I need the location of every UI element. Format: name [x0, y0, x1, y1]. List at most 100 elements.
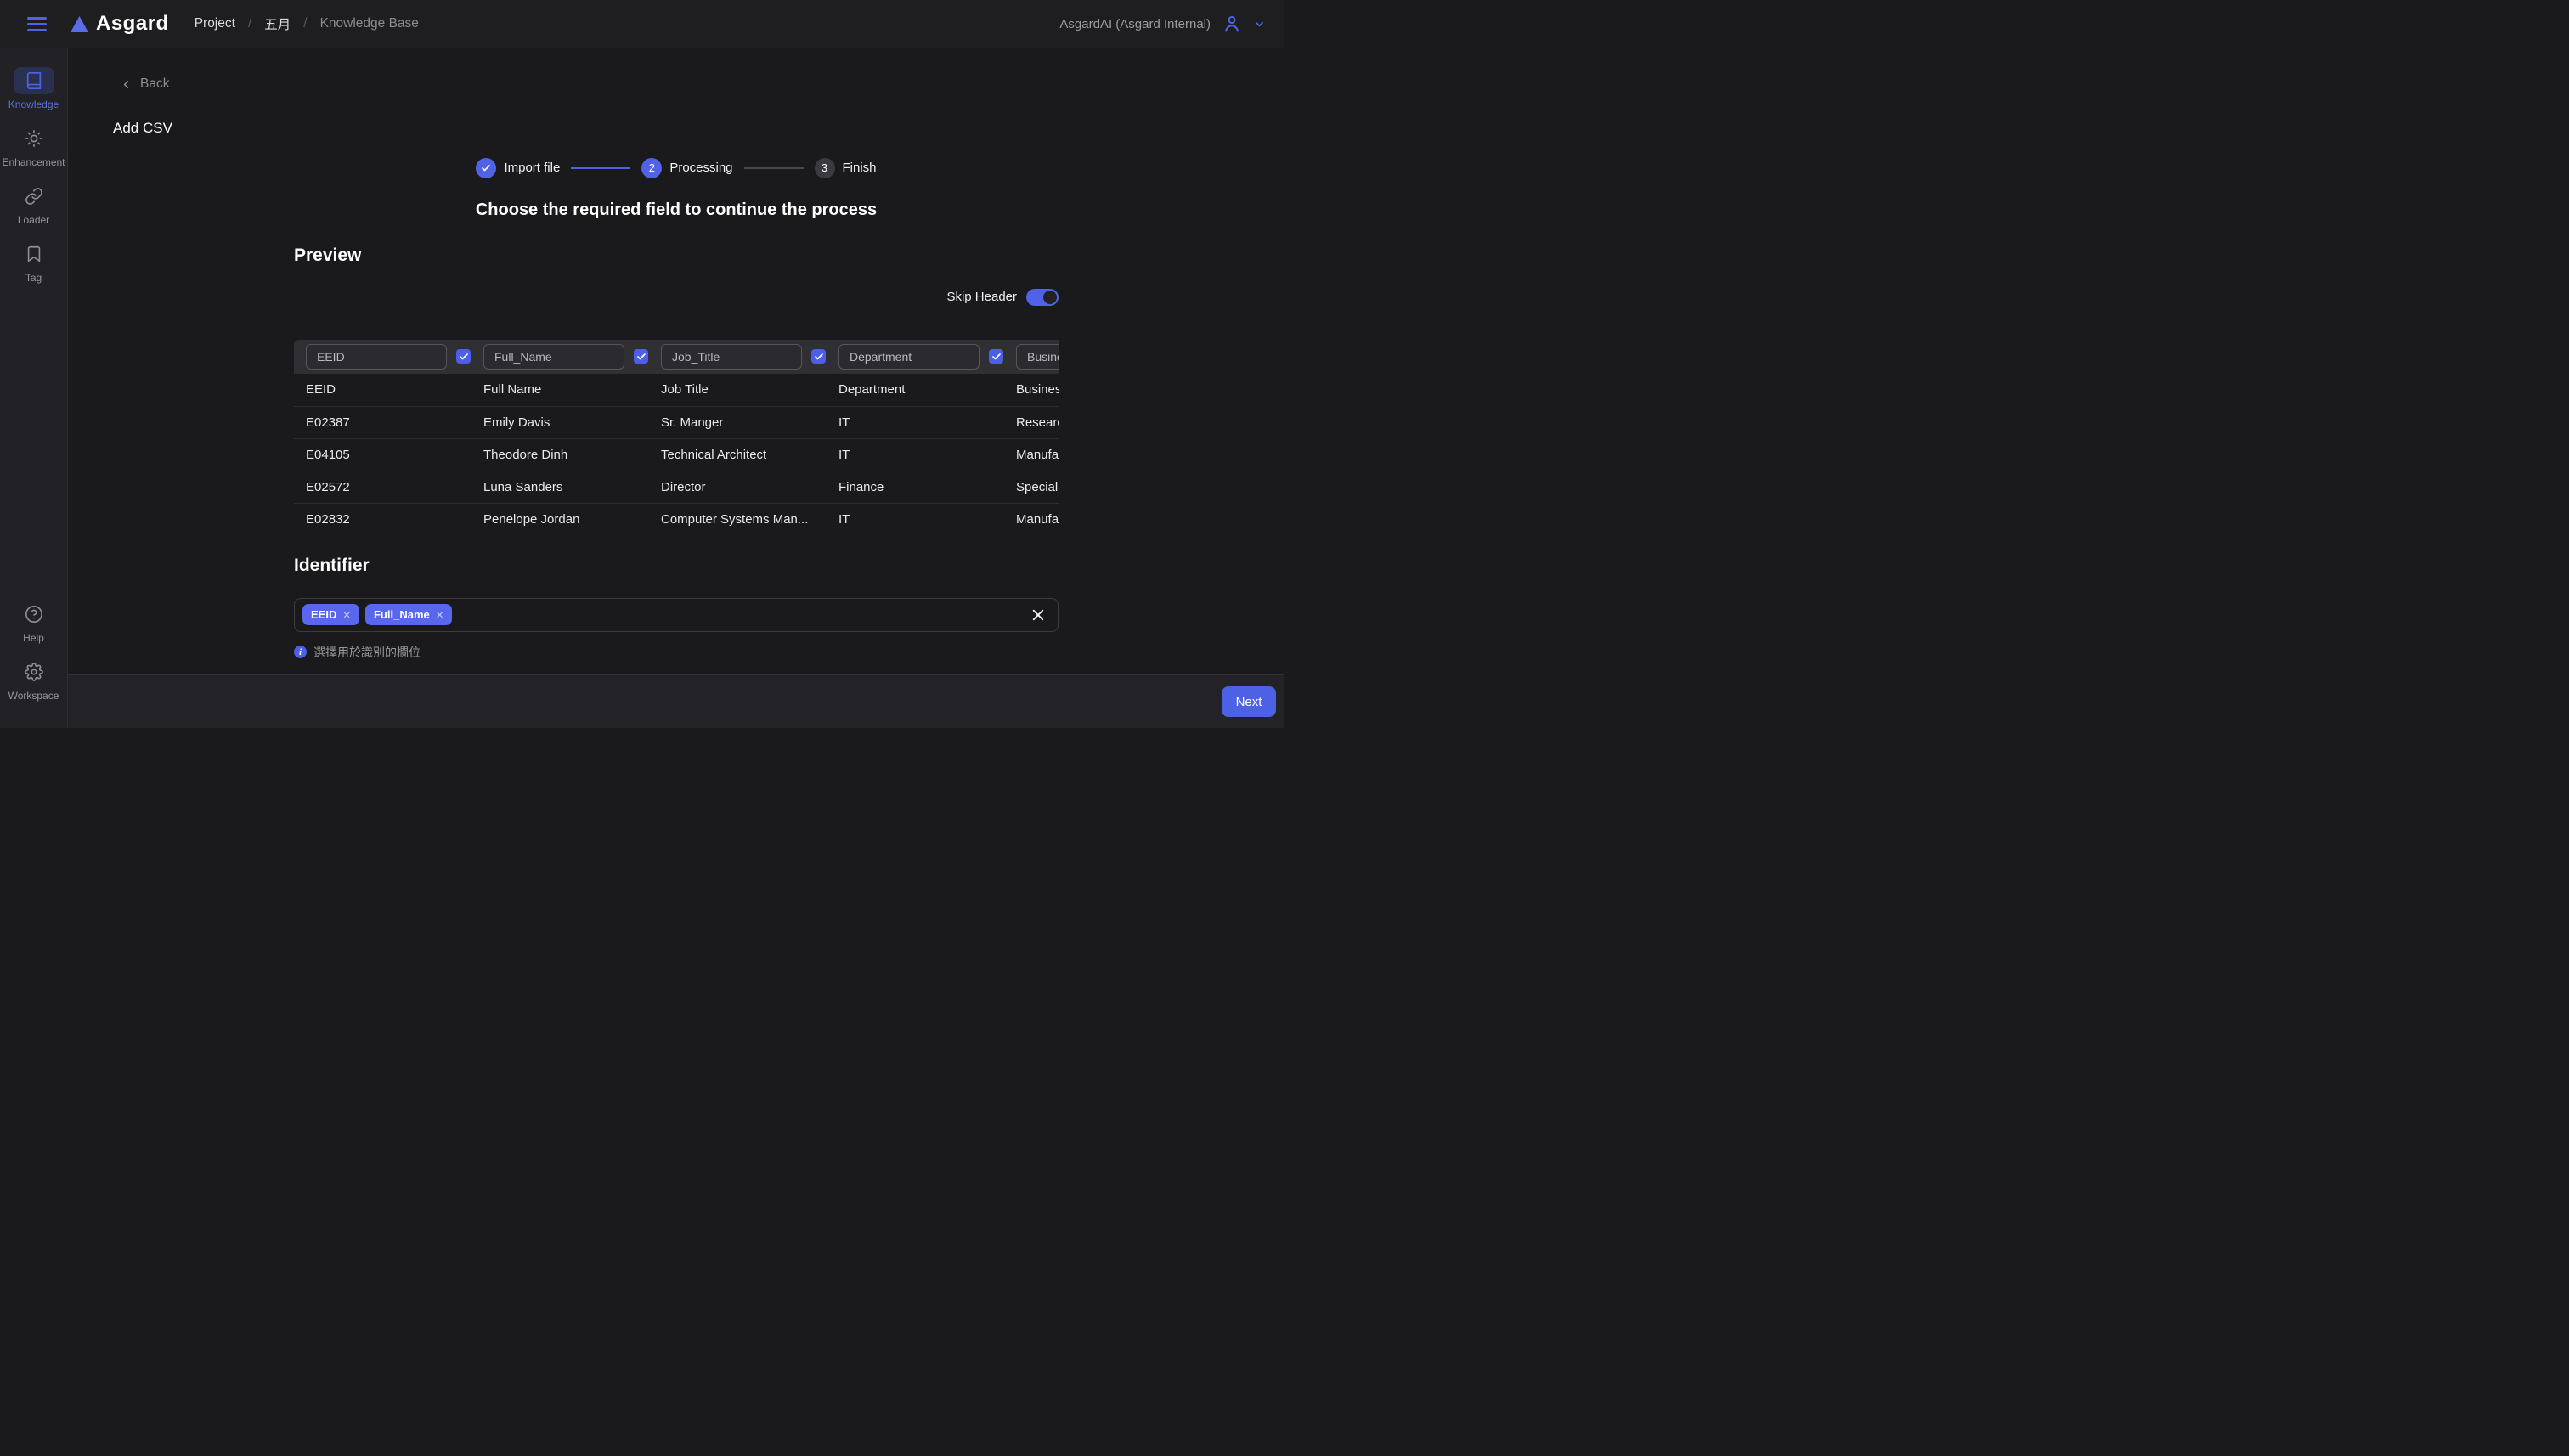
check-icon [459, 352, 469, 362]
table-cell: E02387 [298, 407, 476, 438]
stepper-circle-pending: 3 [815, 158, 835, 178]
column-checkbox[interactable] [989, 349, 1003, 364]
sidebar-item-tile [14, 125, 54, 152]
sun-icon [25, 129, 43, 148]
table-cell: Manufacturing [1008, 439, 1059, 471]
subtitle: Choose the required field to continue th… [68, 200, 1284, 220]
check-icon [814, 352, 824, 362]
stepper-step-1: Import file [476, 158, 560, 178]
stepper-step-2: 2Processing [641, 158, 732, 178]
column-checkbox[interactable] [811, 349, 826, 364]
column-field-input[interactable] [838, 344, 980, 370]
question-circle-icon [25, 605, 43, 624]
check-icon [991, 352, 1002, 362]
book-icon [25, 71, 43, 90]
table-cell: Penelope Jordan [476, 504, 653, 535]
table-row: E04105Theodore DinhTechnical ArchitectIT… [294, 438, 1059, 471]
next-button[interactable]: Next [1222, 686, 1276, 717]
sidebar-item-tile [14, 67, 54, 94]
table-cell: IT [831, 439, 1008, 471]
menu-icon[interactable] [27, 17, 47, 31]
sidebar-item-tile [14, 601, 54, 628]
column-field-input[interactable] [306, 344, 447, 370]
table-row: E02387Emily DavisSr. MangerITResearch & … [294, 406, 1059, 438]
table-row: E02832Penelope JordanComputer Systems Ma… [294, 503, 1059, 535]
column-header-cell [298, 344, 476, 370]
chevron-down-icon[interactable] [1253, 18, 1266, 31]
chip-remove-icon[interactable]: ✕ [436, 609, 444, 621]
sidebar-item-enhancement[interactable]: Enhancement [0, 125, 67, 168]
stepper-label: Import file [504, 161, 560, 175]
column-header-cell [476, 344, 653, 370]
sidebar-item-tag[interactable]: Tag [0, 240, 67, 284]
back-label: Back [140, 76, 169, 92]
breadcrumb-item[interactable]: Project [195, 16, 235, 31]
sidebar-item-help[interactable]: Help [0, 601, 67, 644]
table-cell: Director [653, 471, 831, 503]
table-cell: E04105 [298, 439, 476, 471]
table-cell: Luna Sanders [476, 471, 653, 503]
sidebar-item-label: Workspace [8, 690, 59, 702]
link-icon [25, 187, 43, 206]
check-icon [636, 352, 646, 362]
table-cell: Research & Development [1008, 407, 1059, 438]
table-cell: Business Unit [1008, 374, 1059, 406]
breadcrumb: Project/五月/Knowledge Base [195, 14, 419, 33]
stepper-label: Finish [843, 161, 877, 175]
table-cell: Emily Davis [476, 407, 653, 438]
preview-table-body: EEIDFull NameJob TitleDepartmentBusiness… [294, 374, 1059, 535]
table-cell: IT [831, 407, 1008, 438]
breadcrumb-item[interactable]: 五月 [264, 14, 291, 33]
column-field-input[interactable] [1016, 344, 1059, 370]
sidebar-item-knowledge[interactable]: Knowledge [0, 67, 67, 110]
sidebar-item-workspace[interactable]: Workspace [0, 658, 67, 702]
breadcrumb-item[interactable]: Knowledge Base [320, 16, 419, 31]
sidebar-item-loader[interactable]: Loader [0, 183, 67, 226]
table-cell: Job Title [653, 374, 831, 406]
column-header-cell [1008, 344, 1059, 370]
identifier-chip: EEID✕ [302, 604, 359, 625]
toggle-knob [1043, 291, 1057, 304]
info-icon: i [294, 646, 307, 658]
table-cell: Computer Systems Man... [653, 504, 831, 535]
logo-triangle-icon [71, 16, 88, 32]
table-cell: Technical Architect [653, 439, 831, 471]
app-logo[interactable]: Asgard [71, 12, 169, 36]
table-row: E02572Luna SandersDirectorFinanceSpecial… [294, 471, 1059, 503]
identifier-input[interactable]: EEID✕ Full_Name ✕ [294, 598, 1059, 632]
column-checkbox[interactable] [456, 349, 471, 364]
check-icon [481, 163, 491, 173]
clear-icon[interactable] [1030, 607, 1046, 623]
column-field-input[interactable] [661, 344, 802, 370]
column-checkbox[interactable] [634, 349, 648, 364]
table-row: EEIDFull NameJob TitleDepartmentBusiness… [294, 374, 1059, 406]
sidebar-item-label: Tag [25, 272, 42, 284]
table-cell: IT [831, 504, 1008, 535]
chevron-left-icon [120, 78, 133, 91]
table-cell: Speciality Products [1008, 471, 1059, 503]
identifier-chips: EEID✕ Full_Name ✕ [302, 604, 1030, 625]
table-cell: E02572 [298, 471, 476, 503]
stepper-connector [571, 167, 630, 169]
user-icon[interactable] [1222, 14, 1242, 34]
sidebar-item-tile [14, 240, 54, 268]
stepper-circle-active: 2 [641, 158, 662, 178]
column-field-input[interactable] [483, 344, 624, 370]
identifier-hint: 選擇用於識別的欄位 [313, 644, 421, 661]
sidebar-item-label: Knowledge [8, 99, 59, 110]
chip-label: Full_Name [374, 608, 430, 621]
column-header-cell [653, 344, 831, 370]
stepper-step-3: 3 Finish [815, 158, 877, 178]
identifier-heading: Identifier [294, 556, 1059, 576]
table-cell: E02832 [298, 504, 476, 535]
back-button[interactable]: Back [120, 76, 169, 92]
sidebar-item-label: Loader [18, 214, 49, 226]
table-cell: Sr. Manger [653, 407, 831, 438]
preview-heading: Preview [294, 245, 1059, 266]
footer-bar: Next [68, 674, 1284, 728]
chip-remove-icon[interactable]: ✕ [342, 609, 351, 621]
bookmark-icon [25, 245, 43, 263]
identifier-chip: Full_Name ✕ [365, 604, 452, 625]
top-navbar: Asgard Project/五月/Knowledge Base AsgardA… [0, 0, 1284, 48]
skip-header-toggle[interactable] [1026, 289, 1059, 306]
